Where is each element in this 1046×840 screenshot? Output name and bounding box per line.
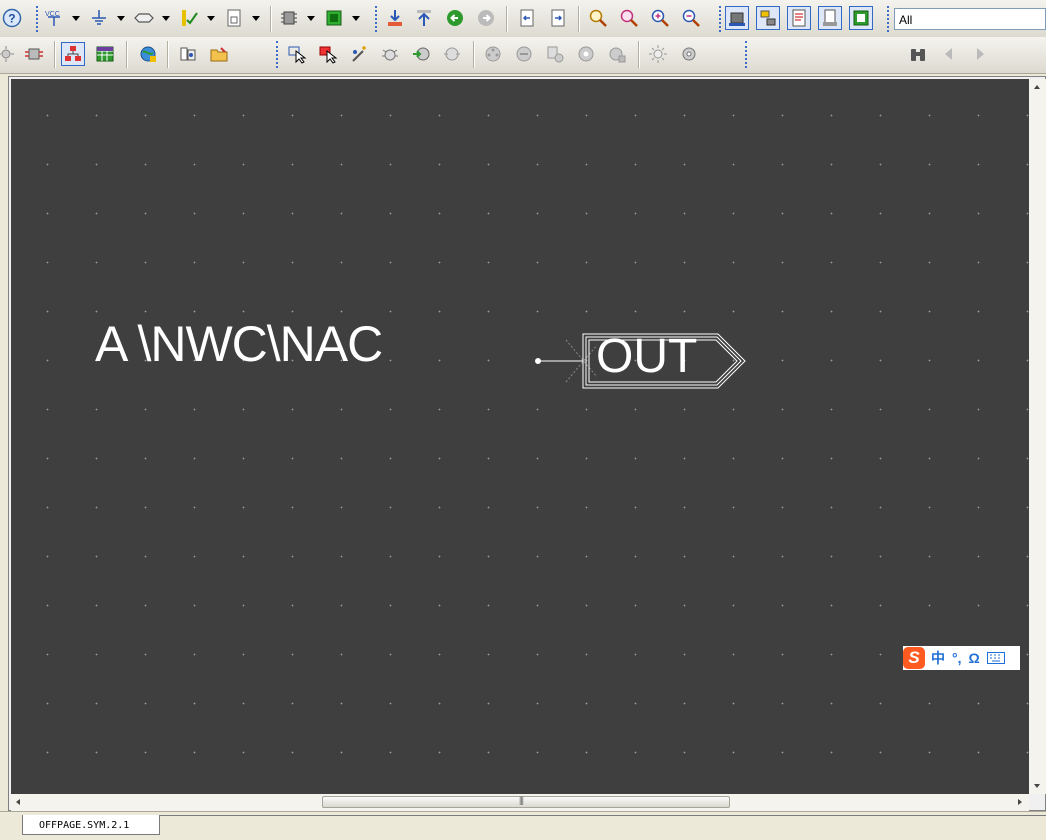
- power-dropdown[interactable]: [71, 6, 81, 30]
- pop-up-icon[interactable]: [412, 6, 436, 30]
- component-browser-icon[interactable]: [725, 6, 749, 30]
- toolbar-grip[interactable]: [745, 41, 750, 68]
- props-icon[interactable]: [574, 42, 598, 66]
- net-dropdown[interactable]: [161, 6, 171, 30]
- zoom-out-icon[interactable]: [679, 6, 703, 30]
- toolbar-separator: [167, 41, 169, 68]
- select-icon[interactable]: [285, 42, 309, 66]
- zoom-in-icon[interactable]: [648, 6, 672, 30]
- push-down-icon[interactable]: [383, 6, 407, 30]
- hierarchy-icon[interactable]: [61, 42, 85, 66]
- light-icon[interactable]: [646, 42, 670, 66]
- export-icon[interactable]: [849, 6, 873, 30]
- forward-icon[interactable]: [474, 6, 498, 30]
- toolbar-separator: [270, 6, 272, 32]
- stamp-icon[interactable]: [440, 42, 464, 66]
- toolbar-grip[interactable]: [276, 41, 281, 68]
- tab-divider: [160, 815, 1046, 816]
- back-icon[interactable]: [443, 6, 467, 30]
- scroll-down-icon[interactable]: [1034, 784, 1040, 788]
- ime-punctuation-toggle[interactable]: °,: [952, 650, 962, 666]
- add-ground-icon[interactable]: [87, 6, 111, 30]
- toolbar-grip[interactable]: [887, 6, 892, 32]
- scroll-right-icon[interactable]: [1018, 799, 1022, 805]
- scroll-up-icon[interactable]: [1034, 85, 1040, 89]
- vertical-scrollbar[interactable]: [1029, 79, 1046, 794]
- pin-marker: [565, 344, 598, 383]
- toolbar-grip[interactable]: [36, 6, 41, 32]
- horizontal-scrollbar[interactable]: [11, 794, 1029, 811]
- filter-field[interactable]: All: [894, 8, 1046, 30]
- secondary-toolbar: A: [0, 37, 1046, 102]
- toolbar-separator: [638, 41, 640, 68]
- wire-icon[interactable]: [0, 42, 18, 66]
- find-next-icon[interactable]: [968, 42, 992, 66]
- zoom-fit-icon[interactable]: [586, 6, 610, 30]
- clip-icon[interactable]: [512, 42, 536, 66]
- netlist-icon[interactable]: [756, 6, 780, 30]
- svg-text:?: ?: [8, 12, 15, 26]
- part-dropdown[interactable]: [306, 6, 316, 30]
- toolbar-separator: [473, 41, 475, 68]
- toolbar-separator: [506, 6, 508, 32]
- palette-icon[interactable]: [543, 42, 567, 66]
- next-page-icon[interactable]: [546, 6, 570, 30]
- previous-page-icon[interactable]: [515, 6, 539, 30]
- page-tab-strip: OFFPAGE.SYM.2.1: [0, 811, 1046, 840]
- reel-icon[interactable]: [605, 42, 629, 66]
- add-net-icon[interactable]: [132, 6, 156, 30]
- toolbar-separator: [578, 6, 580, 32]
- keyboard-icon[interactable]: [986, 652, 1005, 664]
- page-dropdown[interactable]: [251, 6, 261, 30]
- add-component-icon[interactable]: [322, 6, 346, 30]
- grid-table-icon[interactable]: [93, 42, 117, 66]
- schematic-canvas[interactable]: A \NWC\NAC OUT: [11, 79, 1029, 794]
- ime-symbol-button[interactable]: Ω: [969, 650, 980, 666]
- tab-offpage-sym[interactable]: OFFPAGE.SYM.2.1: [22, 815, 160, 835]
- zoom-window-icon[interactable]: [617, 6, 641, 30]
- gear-icon[interactable]: [677, 42, 701, 66]
- ime-toolbar[interactable]: S 中 °, Ω: [903, 646, 1020, 670]
- toolbar-grip[interactable]: [719, 6, 724, 32]
- bus-icon[interactable]: [22, 42, 46, 66]
- add-power-icon[interactable]: VCC: [42, 6, 66, 30]
- add-pin-icon[interactable]: [177, 6, 201, 30]
- ime-logo-icon[interactable]: S: [903, 647, 925, 669]
- pin-marker: [565, 339, 598, 378]
- add-part-icon[interactable]: [277, 6, 301, 30]
- horizontal-scroll-thumb[interactable]: [322, 795, 730, 808]
- pin-dropdown[interactable]: [206, 6, 216, 30]
- toolbar-separator: [54, 41, 56, 68]
- find-previous-icon[interactable]: [937, 42, 961, 66]
- main-toolbar: ? VCC All: [0, 0, 1046, 38]
- help-icon[interactable]: ?: [0, 6, 24, 30]
- wand-icon[interactable]: [347, 42, 371, 66]
- print-icon[interactable]: [818, 6, 842, 30]
- ime-mode-toggle[interactable]: 中: [931, 648, 945, 668]
- toolbar-grip[interactable]: [375, 6, 380, 32]
- open-folder-icon[interactable]: [207, 42, 231, 66]
- edit-red-icon[interactable]: [316, 42, 340, 66]
- add-page-icon[interactable]: [222, 6, 246, 30]
- bug-icon[interactable]: [378, 42, 402, 66]
- binoculars-icon[interactable]: [906, 42, 930, 66]
- library-icon[interactable]: [176, 42, 200, 66]
- filmreel-icon[interactable]: [481, 42, 505, 66]
- ground-dropdown[interactable]: [116, 6, 126, 30]
- globe-help-icon[interactable]: [136, 42, 160, 66]
- report-icon[interactable]: [787, 6, 811, 30]
- toolbar-separator: [126, 41, 128, 68]
- group-icon[interactable]: [409, 42, 433, 66]
- offpage-label[interactable]: OUT: [596, 329, 697, 384]
- scroll-left-icon[interactable]: [16, 799, 20, 805]
- component-dropdown[interactable]: [351, 6, 361, 30]
- text-annotation[interactable]: A \NWC\NAC: [95, 315, 383, 373]
